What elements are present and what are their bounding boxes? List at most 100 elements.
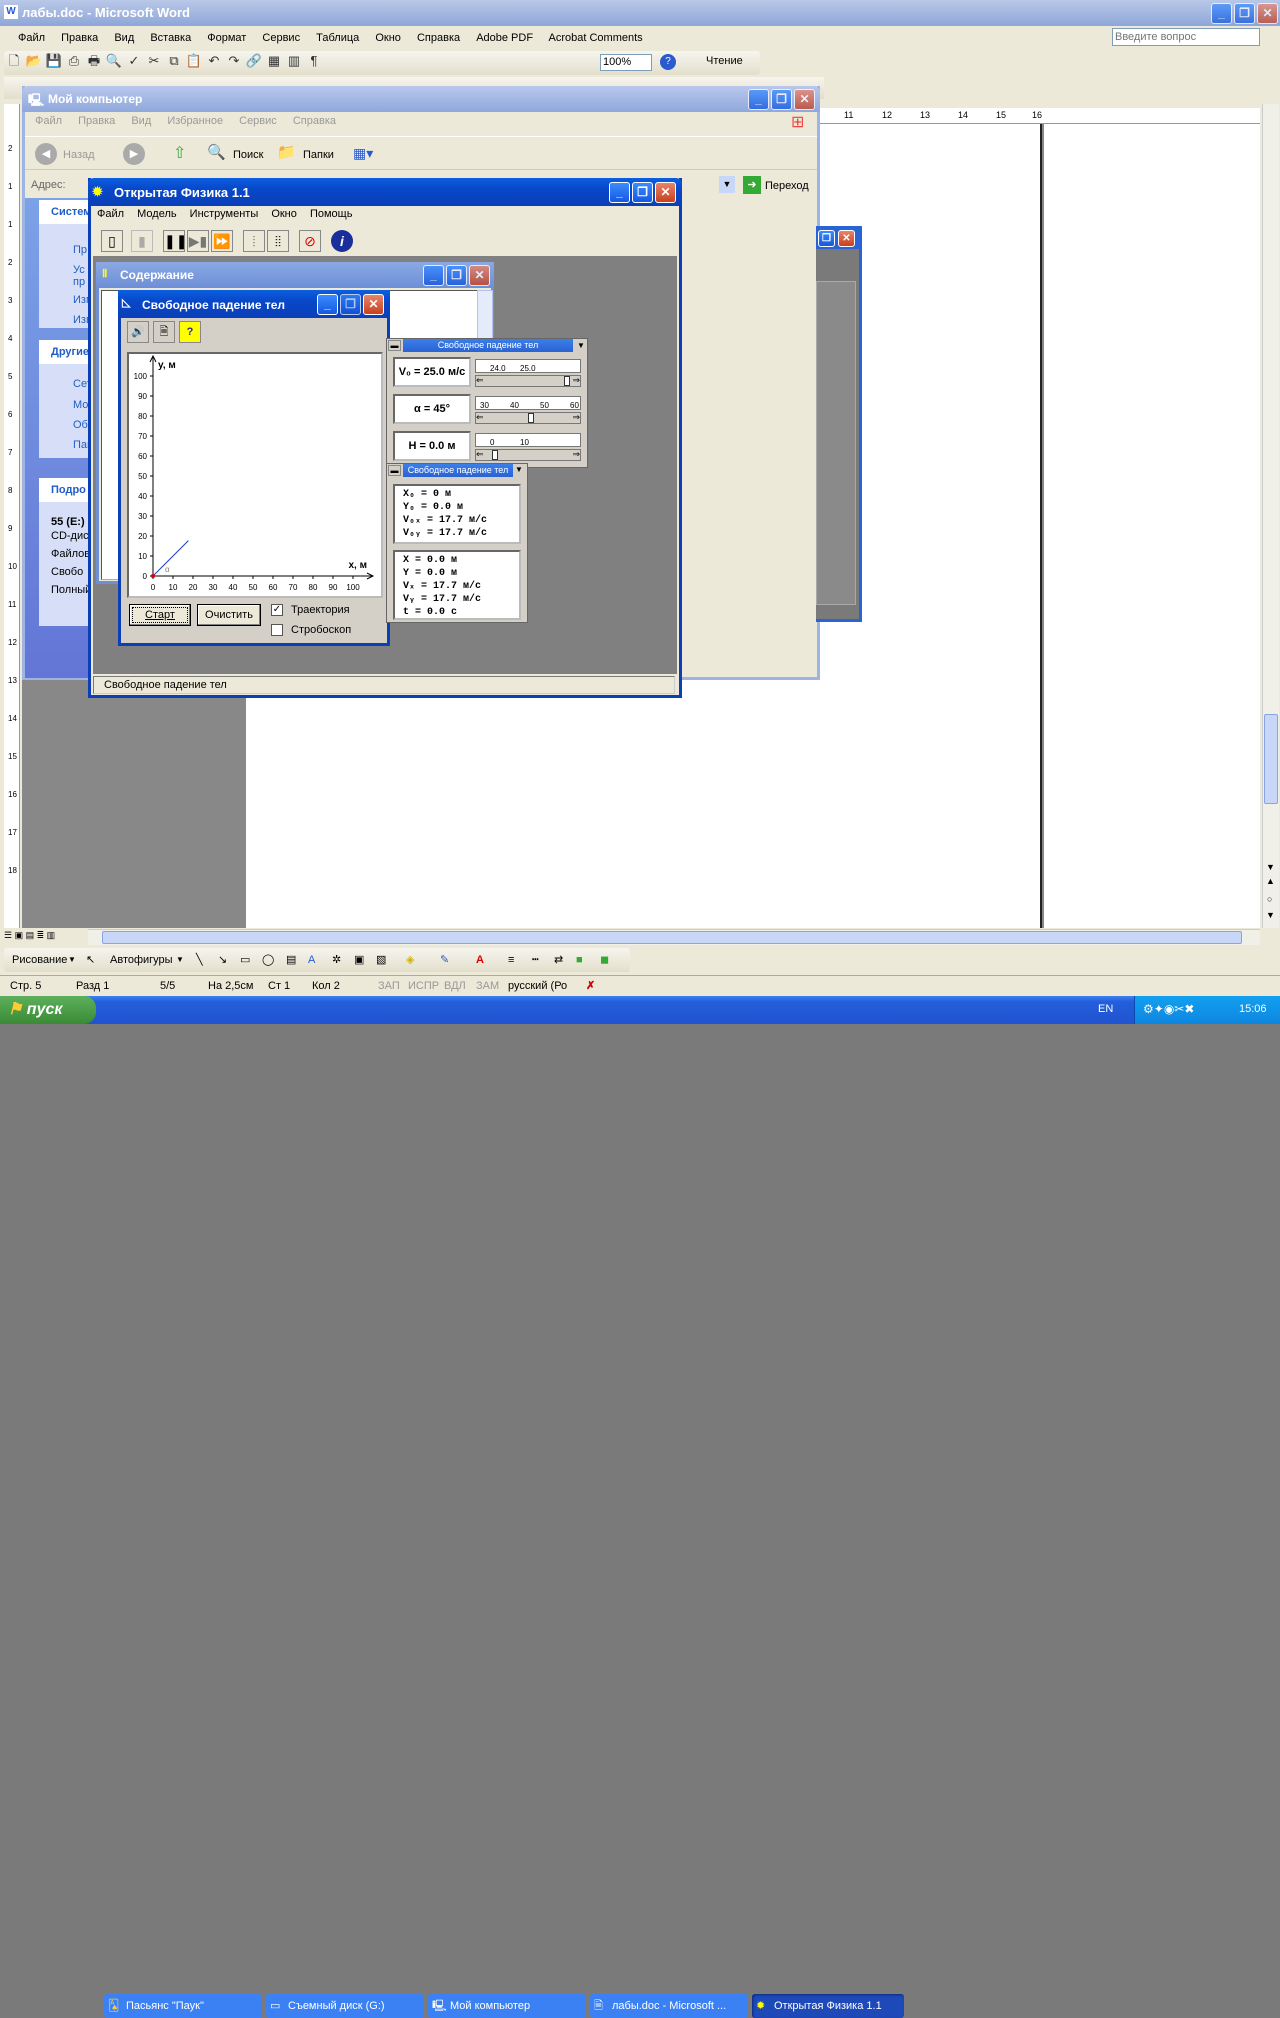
task-item[interactable]: пр <box>73 276 85 288</box>
help-query-icon[interactable]: ? <box>179 321 201 343</box>
vertical-scrollbar[interactable]: ▼ ▲ ○ ▼ <box>1262 104 1279 928</box>
slider-right-arrow-icon[interactable]: ⇒ <box>572 375 580 386</box>
shadow-icon[interactable]: ■ <box>576 948 583 972</box>
save-icon[interactable]: 💾 <box>44 51 64 71</box>
params-collapse-icon[interactable]: ▬ <box>388 340 401 351</box>
task-removable-disk[interactable]: ▭ Съемный диск (G:) <box>266 1994 424 2018</box>
line-icon[interactable]: ╲ <box>196 948 203 972</box>
language-indicator[interactable]: EN <box>1098 1003 1113 1015</box>
folders-button[interactable]: Папки <box>303 149 334 161</box>
task-open-physics[interactable]: ✹ Открытая Физика 1.1 <box>752 1994 904 2018</box>
next-page-icon[interactable]: ▼ <box>1266 910 1275 920</box>
status-trk[interactable]: ИСПР <box>408 976 439 996</box>
status-ovr[interactable]: ЗАМ <box>476 976 499 996</box>
menu-adobe-pdf[interactable]: Adobe PDF <box>476 32 533 44</box>
graph-panel[interactable]: 0 10 20 30 40 50 60 70 80 90 100 0 10 20 30 40 50 60 70 80 9… <box>127 352 383 598</box>
contents-close-button[interactable]: ✕ <box>469 265 490 286</box>
clipart-icon[interactable]: ▣ <box>354 948 364 972</box>
fill-color-icon[interactable]: ◈ <box>406 948 414 972</box>
speaker-icon[interactable]: 🔊 <box>127 321 149 343</box>
status-ext[interactable]: ВДЛ <box>444 976 466 996</box>
task-item[interactable]: Пр <box>73 244 87 256</box>
minimize-button[interactable]: _ <box>1211 3 1232 24</box>
pause-icon[interactable]: ❚❚ <box>163 230 187 252</box>
menu-acrobat-comments[interactable]: Acrobat Comments <box>549 32 643 44</box>
up-folder-icon[interactable]: ⇧ <box>173 143 186 163</box>
wordart-icon[interactable]: A <box>308 948 315 972</box>
values-collapse-icon[interactable]: ▬ <box>388 465 401 476</box>
slider-left-arrow-icon[interactable]: ⇐ <box>476 375 484 386</box>
diagram-icon[interactable]: ✲ <box>332 948 341 972</box>
physics-menu-model[interactable]: Модель <box>137 208 176 220</box>
step-back-icon[interactable]: ▮ <box>131 230 153 252</box>
drawing-menu[interactable]: Рисование <box>12 948 67 972</box>
params-dropdown-icon[interactable]: ▼ <box>575 340 587 351</box>
line-color-icon[interactable]: ✎ <box>440 948 449 972</box>
picture-icon[interactable]: ▧ <box>376 948 386 972</box>
address-dropdown-icon[interactable]: ▼ <box>719 176 735 193</box>
task-word[interactable]: 🗎 лабы.doc - Microsoft ... <box>590 1994 748 2018</box>
physics-minimize-button[interactable]: _ <box>609 182 630 203</box>
background-maximize-button[interactable]: ❐ <box>818 230 835 247</box>
status-rec[interactable]: ЗАП <box>378 976 400 996</box>
param-slider[interactable]: ⇐ ⇒ <box>475 412 581 424</box>
explorer-close-button[interactable]: ✕ <box>794 89 815 110</box>
contents-titlebar[interactable]: Ⅱ Содержание _ ❐ ✕ <box>96 262 494 288</box>
dash-style-icon[interactable]: ┅ <box>532 948 539 972</box>
document-icon[interactable]: 🗎 <box>153 321 175 343</box>
menu-insert[interactable]: Вставка <box>150 32 191 44</box>
explorer-titlebar[interactable]: 🖳 Мой компьютер _ ❐ ✕ <box>22 86 820 112</box>
physics-menu-file[interactable]: Файл <box>97 208 124 220</box>
trajectory-label[interactable]: Траектория <box>291 604 350 616</box>
explorer-minimize-button[interactable]: _ <box>748 89 769 110</box>
background-close-button[interactable]: ✕ <box>838 230 855 247</box>
values-header[interactable]: Свободное падение тел <box>403 464 513 477</box>
print-layout-icon[interactable]: ▤ <box>26 930 37 940</box>
redo-icon[interactable]: ↷ <box>224 51 244 71</box>
3d-icon[interactable]: ◼ <box>600 948 609 972</box>
explorer-maximize-button[interactable]: ❐ <box>771 89 792 110</box>
arrow-icon[interactable]: ↘ <box>218 948 227 972</box>
model-maximize-button[interactable]: ❐ <box>340 294 361 315</box>
place-item[interactable]: Об <box>73 419 88 431</box>
forward-arrow-icon[interactable]: ▶ <box>123 143 145 165</box>
undo-icon[interactable]: ↶ <box>204 51 224 71</box>
drawing-dropdown-icon[interactable]: ▼ <box>68 948 76 972</box>
paste-icon[interactable]: 📋 <box>184 51 204 71</box>
slider-thumb[interactable] <box>564 376 570 386</box>
select-arrow-icon[interactable]: ↖ <box>86 948 95 972</box>
oval-icon[interactable]: ◯ <box>262 948 274 972</box>
horizontal-scrollbar[interactable] <box>88 929 1260 945</box>
vertical-ruler[interactable]: 2 1 1 2 3 4 5 6 7 8 9 10 11 12 13 14 15 16 17 18 <box>4 104 20 928</box>
table-icon[interactable]: ▦ <box>264 51 284 71</box>
maximize-button[interactable]: ❐ <box>1234 3 1255 24</box>
physics-menu-window[interactable]: Окно <box>271 208 297 220</box>
menu-edit[interactable]: Правка <box>61 32 98 44</box>
stroboscope-checkbox[interactable] <box>271 624 283 636</box>
paragraph-mark-icon[interactable]: ¶ <box>304 51 324 71</box>
stroboscope-label[interactable]: Стробоскоп <box>291 624 351 636</box>
go-button[interactable]: Переход <box>765 180 809 192</box>
values-dropdown-icon[interactable]: ▼ <box>515 465 523 474</box>
place-item[interactable]: Мо <box>73 399 88 411</box>
tray-icons[interactable]: ⚙✦◉✂✖ <box>1143 1002 1194 1016</box>
step-icon[interactable]: ▶▮ <box>187 230 209 252</box>
new-doc-icon[interactable]: 🗋 <box>4 51 24 71</box>
web-view-icon[interactable]: ▣ <box>15 930 26 940</box>
sound-off-icon[interactable]: ⊘ <box>299 230 321 252</box>
param-slider[interactable]: ⇐ ⇒ <box>475 375 581 387</box>
explorer-menu-file[interactable]: Файл <box>35 115 62 127</box>
task-item[interactable]: Ус <box>73 264 85 276</box>
info-icon[interactable]: i <box>331 230 353 252</box>
menu-window[interactable]: Окно <box>375 32 401 44</box>
param-slider[interactable]: ⇐ ⇒ <box>475 449 581 461</box>
normal-view-icon[interactable]: ☰ <box>4 930 15 940</box>
rectangle-icon[interactable]: ▭ <box>240 948 250 972</box>
close-button[interactable]: ✕ <box>1257 3 1278 24</box>
fast-forward-icon[interactable]: ⏩ <box>211 230 233 252</box>
spell-icon[interactable]: ✓ <box>124 51 144 71</box>
search-button[interactable]: Поиск <box>233 149 263 161</box>
explorer-menu-help[interactable]: Справка <box>293 115 336 127</box>
autoshapes-dropdown-icon[interactable]: ▼ <box>176 948 184 972</box>
columns-icon[interactable]: ▥ <box>284 51 304 71</box>
